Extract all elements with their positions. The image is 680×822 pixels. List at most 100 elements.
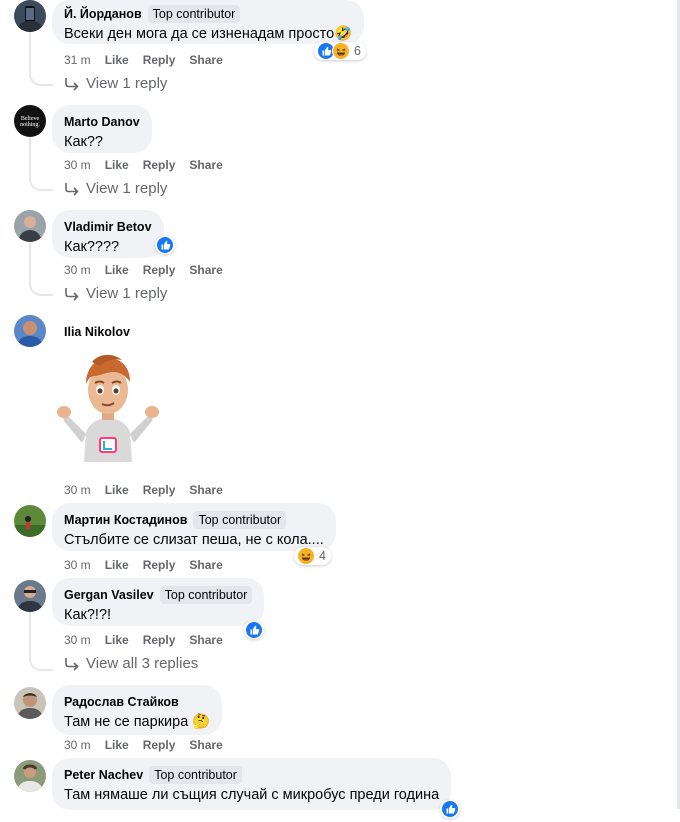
comment-text: Там нямаше ли същия случай с микробус пр… — [64, 787, 440, 803]
reaction-summary[interactable] — [155, 236, 175, 254]
view-replies-label: View 1 reply — [86, 285, 168, 302]
comment-author[interactable]: Й. Йорданов — [64, 7, 142, 21]
comment-text: Стълбите се слизат пеша, не с кола.... — [64, 532, 324, 548]
share-button[interactable]: Share — [189, 483, 222, 497]
reply-button[interactable]: Reply — [143, 158, 176, 172]
avatar[interactable] — [14, 505, 46, 537]
comment-timestamp[interactable]: 30 m — [64, 738, 91, 752]
comment-actions: 30 m Like Reply Share — [64, 158, 223, 172]
comment-bubble: Gergan Vasilev Top contributor Как?!?! — [52, 578, 265, 626]
comment-actions: 31 m Like Reply Share — [64, 53, 223, 67]
reaction-count: 4 — [319, 549, 326, 563]
comment-author[interactable]: Peter Nachev — [64, 768, 143, 782]
reply-button[interactable]: Reply — [143, 738, 176, 752]
like-button[interactable]: Like — [105, 558, 129, 572]
like-icon — [441, 800, 459, 818]
reply-button[interactable]: Reply — [143, 53, 176, 67]
comments-section: Й. Йорданов Top contributor Всеки ден мо… — [0, 0, 680, 818]
avatar[interactable] — [14, 315, 46, 347]
like-button[interactable]: Like — [105, 738, 129, 752]
comment-bubble: Marto Danov Как?? — [52, 105, 152, 153]
comment-bubble: Мартин Костадинов Top contributor Стълби… — [52, 503, 336, 551]
reply-button[interactable]: Reply — [143, 633, 176, 647]
comment-bubble: Радослав Стайков Там не се паркира 🤔 — [52, 685, 223, 735]
reply-arrow-icon — [65, 182, 79, 196]
comment-actions: 30 m Like Reply Share — [64, 483, 223, 497]
avatar[interactable] — [14, 210, 46, 242]
share-button[interactable]: Share — [189, 738, 222, 752]
top-contributor-badge: Top contributor — [159, 586, 253, 604]
comment-timestamp[interactable]: 30 m — [64, 633, 91, 647]
share-button[interactable]: Share — [189, 263, 222, 277]
comment-actions: 30 m Like Reply Share — [64, 263, 223, 277]
comment-author[interactable]: Vladimir Betov — [64, 220, 152, 234]
thread-connector — [29, 70, 53, 86]
view-replies-label: View all 3 replies — [86, 655, 199, 672]
reply-button[interactable]: Reply — [143, 483, 176, 497]
reply-arrow-icon — [65, 287, 79, 301]
thread-line — [29, 612, 31, 655]
comment-bubble: Vladimir Betov Как???? — [52, 210, 164, 258]
comment-timestamp[interactable]: 30 m — [64, 483, 91, 497]
shrugging-avatar-sticker — [52, 348, 164, 462]
view-replies-link[interactable]: View 1 reply — [64, 285, 167, 302]
comment-timestamp[interactable]: 30 m — [64, 558, 91, 572]
like-button[interactable]: Like — [105, 158, 129, 172]
thread-line — [29, 243, 31, 280]
svg-text:nothing.: nothing. — [20, 122, 40, 128]
share-button[interactable]: Share — [189, 558, 222, 572]
reaction-summary[interactable] — [440, 800, 460, 818]
reaction-summary[interactable]: 4 — [294, 547, 331, 565]
comment-timestamp[interactable]: 30 m — [64, 158, 91, 172]
comment-actions: 30 m Like Reply Share — [64, 558, 223, 572]
comment-author[interactable]: Ilia Nikolov — [64, 325, 130, 339]
top-contributor-badge: Top contributor — [149, 766, 242, 784]
comment-text: Как?!?! — [64, 607, 112, 623]
comment-header: Ilia Nikolov — [52, 315, 142, 345]
comment-author[interactable]: Радослав Стайков — [64, 695, 179, 709]
avatar[interactable]: Believe nothing. — [14, 105, 46, 137]
comment-author[interactable]: Marto Danov — [64, 115, 140, 129]
avatar[interactable] — [14, 760, 46, 792]
thread-connector — [29, 280, 53, 296]
view-replies-link[interactable]: View 1 reply — [64, 180, 167, 197]
thread-connector — [29, 175, 53, 191]
avatar[interactable] — [14, 687, 46, 719]
reply-arrow-icon — [65, 657, 79, 671]
like-button[interactable]: Like — [105, 263, 129, 277]
comment-timestamp[interactable]: 30 m — [64, 263, 91, 277]
comment-actions: 30 m Like Reply Share — [64, 738, 223, 752]
share-button[interactable]: Share — [189, 53, 222, 67]
reply-button[interactable]: Reply — [143, 263, 176, 277]
view-replies-label: View 1 reply — [86, 75, 168, 92]
comment-author[interactable]: Gergan Vasilev — [64, 588, 154, 602]
thread-line — [29, 138, 31, 175]
thread-connector — [29, 655, 53, 671]
view-replies-label: View 1 reply — [86, 180, 168, 197]
avatar[interactable] — [14, 0, 46, 32]
like-button[interactable]: Like — [105, 633, 129, 647]
comment-text: Там не се паркира 🤔 — [64, 714, 211, 730]
view-replies-link[interactable]: View 1 reply — [64, 75, 167, 92]
comment-text: Как???? — [64, 239, 120, 255]
top-contributor-badge: Top contributor — [193, 511, 287, 529]
comment-author[interactable]: Мартин Костадинов — [64, 513, 187, 527]
comment-bubble: Peter Nachev Top contributor Там нямаше … — [52, 758, 452, 810]
haha-icon — [332, 42, 350, 60]
reaction-summary[interactable]: 6 — [314, 42, 366, 60]
share-button[interactable]: Share — [189, 158, 222, 172]
reaction-summary[interactable] — [244, 621, 264, 639]
like-icon — [156, 236, 174, 254]
like-button[interactable]: Like — [105, 53, 129, 67]
share-button[interactable]: Share — [189, 633, 222, 647]
top-contributor-badge: Top contributor — [147, 5, 241, 23]
view-replies-link[interactable]: View all 3 replies — [64, 655, 198, 672]
comment-text: Всеки ден мога да се изненадам просто🤣 — [64, 26, 353, 42]
comment-timestamp[interactable]: 31 m — [64, 53, 91, 67]
reaction-count: 6 — [354, 44, 361, 58]
comment-bubble: Й. Йорданов Top contributor Всеки ден мо… — [52, 0, 365, 44]
like-button[interactable]: Like — [105, 483, 129, 497]
reply-button[interactable]: Reply — [143, 558, 176, 572]
avatar[interactable] — [14, 580, 46, 612]
like-icon — [245, 621, 263, 639]
